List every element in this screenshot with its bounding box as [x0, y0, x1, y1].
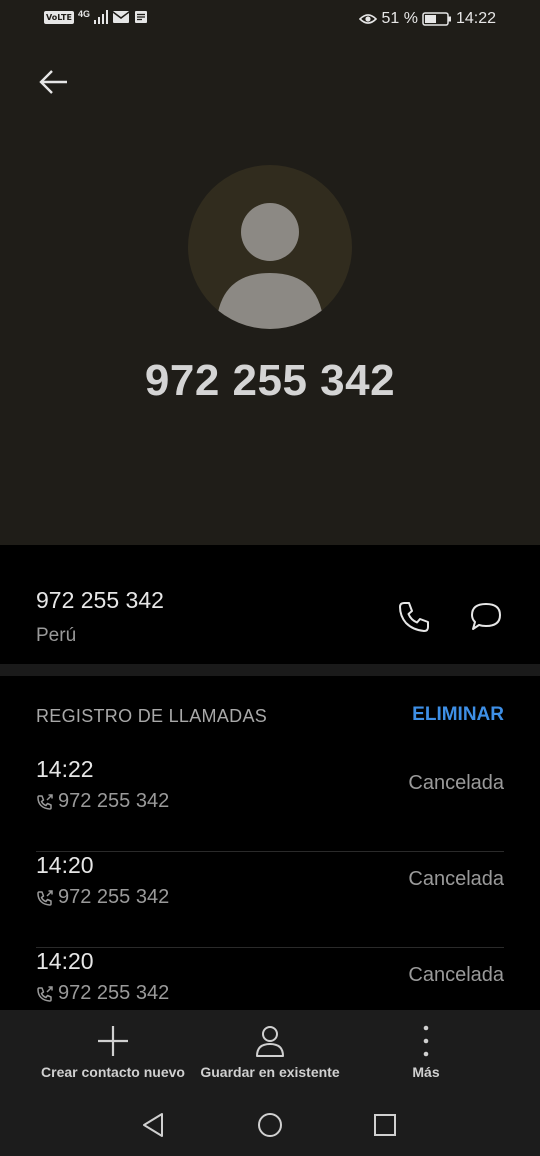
nav-home-button[interactable]: [253, 1108, 287, 1142]
plus-icon: [98, 1026, 128, 1056]
call-number-text: 972 255 342: [58, 790, 170, 812]
call-number: 972 255 342: [36, 982, 169, 1005]
create-contact-label: Crear contacto nuevo: [41, 1064, 185, 1080]
message-notification-icon: [134, 11, 147, 23]
call-log-item[interactable]: 14:22 972 255 342 Cancelada: [36, 756, 504, 852]
square-recents-icon: [374, 1114, 396, 1136]
create-contact-button[interactable]: Crear contacto nuevo: [38, 1010, 188, 1094]
outgoing-call-icon: [37, 793, 53, 810]
status-right: 51 % 14:22: [359, 10, 496, 28]
bottom-action-bar: Crear contacto nuevo Guardar en existent…: [0, 1010, 540, 1094]
call-status: Cancelada: [408, 868, 504, 890]
battery-percent: 51 %: [381, 10, 418, 27]
back-button[interactable]: [34, 62, 74, 102]
contact-header: VoLTE 4G 51 % 14:22 972 255 342: [0, 0, 540, 545]
status-bar: VoLTE 4G 51 % 14:22: [0, 0, 540, 40]
call-time: 14:22: [36, 756, 94, 782]
call-number-text: 972 255 342: [58, 886, 170, 908]
system-nav-bar: [0, 1094, 540, 1156]
call-number-text: 972 255 342: [58, 982, 170, 1004]
section-divider: [0, 664, 540, 676]
country-text: Perú: [36, 625, 77, 646]
more-label: Más: [412, 1064, 440, 1080]
triangle-back-icon: [143, 1113, 163, 1137]
message-button[interactable]: [466, 597, 506, 637]
status-left: VoLTE 4G: [44, 8, 148, 24]
number-row: 972 255 342 Perú: [0, 565, 540, 665]
call-number: 972 255 342: [36, 886, 169, 909]
phone-number-text: 972 255 342: [36, 587, 164, 613]
circle-home-icon: [258, 1113, 282, 1137]
outgoing-call-icon: [37, 889, 53, 906]
call-time: 14:20: [36, 852, 94, 878]
call-log-item[interactable]: 14:20 972 255 342 Cancelada: [36, 852, 504, 948]
battery-icon: [422, 12, 451, 26]
person-icon: [256, 1026, 284, 1057]
contact-detail-screen: VoLTE 4G 51 % 14:22 972 255 342 972 255 …: [0, 0, 540, 1156]
call-button[interactable]: [394, 597, 434, 637]
nav-back-button[interactable]: [137, 1108, 171, 1142]
delete-log-button[interactable]: ELIMINAR: [412, 704, 504, 726]
call-status: Cancelada: [408, 772, 504, 794]
person-placeholder-icon: [216, 203, 324, 329]
more-button[interactable]: Más: [376, 1010, 476, 1094]
volte-badge: VoLTE: [44, 10, 74, 24]
mail-icon: [112, 11, 130, 23]
phone-icon: [399, 602, 429, 632]
outgoing-call-icon: [37, 985, 53, 1002]
contact-display-number: 972 255 342: [144, 356, 396, 405]
eye-icon: [359, 14, 378, 24]
signal-icon: [93, 10, 108, 24]
contact-avatar: [188, 165, 352, 329]
call-log-header: REGISTRO DE LLAMADAS: [36, 706, 268, 726]
save-existing-button[interactable]: Guardar en existente: [195, 1010, 345, 1094]
call-status: Cancelada: [408, 964, 504, 986]
call-number: 972 255 342: [36, 790, 169, 813]
save-existing-label: Guardar en existente: [200, 1064, 340, 1080]
network-type: 4G: [77, 8, 90, 19]
arrow-left-icon: [39, 70, 67, 94]
nav-recents-button[interactable]: [368, 1108, 402, 1142]
call-time: 14:20: [36, 948, 94, 974]
more-vertical-icon: [423, 1025, 429, 1057]
chat-bubble-icon: [471, 603, 501, 630]
clock: 14:22: [455, 10, 496, 27]
